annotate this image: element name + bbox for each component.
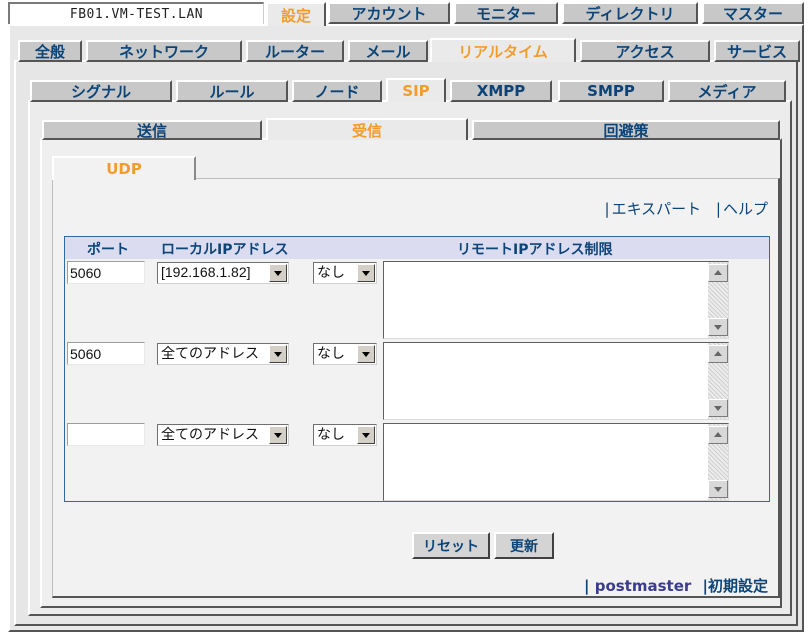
tab-monitor[interactable]: モニター: [454, 2, 558, 24]
chevron-down-icon[interactable]: [269, 264, 287, 282]
column-header-remote-ip: リモートIPアドレス制限: [457, 242, 613, 258]
chevron-down-icon[interactable]: [357, 426, 375, 444]
tab-router[interactable]: ルーター: [246, 40, 344, 62]
column-header-port: ポート: [87, 242, 129, 258]
update-button[interactable]: 更新: [494, 532, 554, 559]
scroll-down-icon[interactable]: [708, 480, 728, 498]
local-ip-value: 全てのアドレス: [161, 426, 259, 442]
link-separator: |: [604, 200, 610, 218]
column-header-local-ip: ローカルIPアドレス: [161, 242, 289, 258]
local-ip-select[interactable]: 全てのアドレス: [157, 424, 289, 446]
scroll-down-icon[interactable]: [708, 318, 728, 336]
scroll-up-icon[interactable]: [708, 426, 728, 444]
local-ip-value: 全てのアドレス: [161, 345, 259, 361]
scrollbar[interactable]: [708, 262, 728, 338]
scrollbar[interactable]: [708, 424, 728, 500]
initial-settings-link[interactable]: 初期設定: [708, 577, 768, 595]
tab-smpp[interactable]: SMPP: [558, 80, 664, 102]
chevron-down-icon[interactable]: [269, 345, 287, 363]
local-ip-value: [192.168.1.82]: [161, 264, 251, 280]
help-links: | エキスパート | ヘルプ: [605, 198, 768, 219]
chevron-down-icon[interactable]: [357, 345, 375, 363]
expert-link[interactable]: エキスパート: [612, 200, 702, 218]
restriction-value: なし: [317, 264, 345, 280]
tab-signal[interactable]: シグナル: [30, 80, 172, 102]
table-header: ポート ローカルIPアドレス リモートIPアドレス制限: [65, 237, 769, 259]
link-separator: |: [583, 577, 590, 595]
tab-udp[interactable]: UDP: [52, 156, 196, 180]
scrollbar[interactable]: [708, 343, 728, 419]
remote-ip-textarea[interactable]: [383, 342, 729, 420]
postmaster-link[interactable]: postmaster: [595, 577, 692, 595]
local-ip-select[interactable]: 全てのアドレス: [157, 343, 289, 365]
tab-realtime[interactable]: リアルタイム: [430, 38, 576, 62]
help-link[interactable]: ヘルプ: [723, 200, 768, 218]
restriction-select[interactable]: なし: [313, 343, 377, 365]
restriction-select[interactable]: なし: [313, 262, 377, 284]
scroll-down-icon[interactable]: [708, 399, 728, 417]
remote-ip-textarea[interactable]: [383, 261, 729, 339]
port-input[interactable]: 5060: [67, 342, 145, 365]
remote-ip-textarea[interactable]: [383, 423, 729, 501]
tab-xmpp[interactable]: XMPP: [450, 80, 552, 102]
port-input[interactable]: 5060: [67, 261, 145, 284]
tab-settings[interactable]: 設定: [266, 2, 326, 26]
scroll-up-icon[interactable]: [708, 264, 728, 282]
tab-node[interactable]: ノード: [292, 80, 382, 102]
server-hostname: FB01.VM-TEST.LAN: [8, 2, 264, 26]
tab-receive[interactable]: 受信: [266, 118, 468, 140]
tab-media[interactable]: メディア: [668, 80, 786, 102]
tab-network[interactable]: ネットワーク: [86, 40, 242, 62]
chevron-down-icon[interactable]: [269, 426, 287, 444]
scroll-up-icon[interactable]: [708, 345, 728, 363]
footer-links: | postmaster |初期設定: [584, 575, 768, 596]
chevron-down-icon[interactable]: [357, 264, 375, 282]
local-ip-select[interactable]: [192.168.1.82]: [157, 262, 289, 284]
tab-directory[interactable]: ディレクトリ: [562, 2, 698, 24]
tab-general[interactable]: 全般: [18, 40, 82, 62]
restriction-value: なし: [317, 345, 345, 361]
tab-rules[interactable]: ルール: [176, 80, 288, 102]
tab-accounts[interactable]: アカウント: [328, 2, 450, 24]
reset-button[interactable]: リセット: [412, 532, 490, 559]
restriction-select[interactable]: なし: [313, 424, 377, 446]
link-separator: |: [715, 200, 721, 218]
port-input[interactable]: [67, 423, 145, 446]
tab-mail[interactable]: メール: [348, 40, 428, 62]
listener-table: ポート ローカルIPアドレス リモートIPアドレス制限 5060 [192.16…: [64, 236, 770, 502]
tab-services[interactable]: サービス: [714, 40, 800, 62]
restriction-value: なし: [317, 426, 345, 442]
tab-access[interactable]: アクセス: [580, 40, 710, 62]
tab-workarounds[interactable]: 回避策: [472, 120, 780, 140]
tab-sip[interactable]: SIP: [386, 78, 446, 102]
tab-send[interactable]: 送信: [42, 120, 262, 140]
tab-master[interactable]: マスター: [702, 2, 804, 24]
